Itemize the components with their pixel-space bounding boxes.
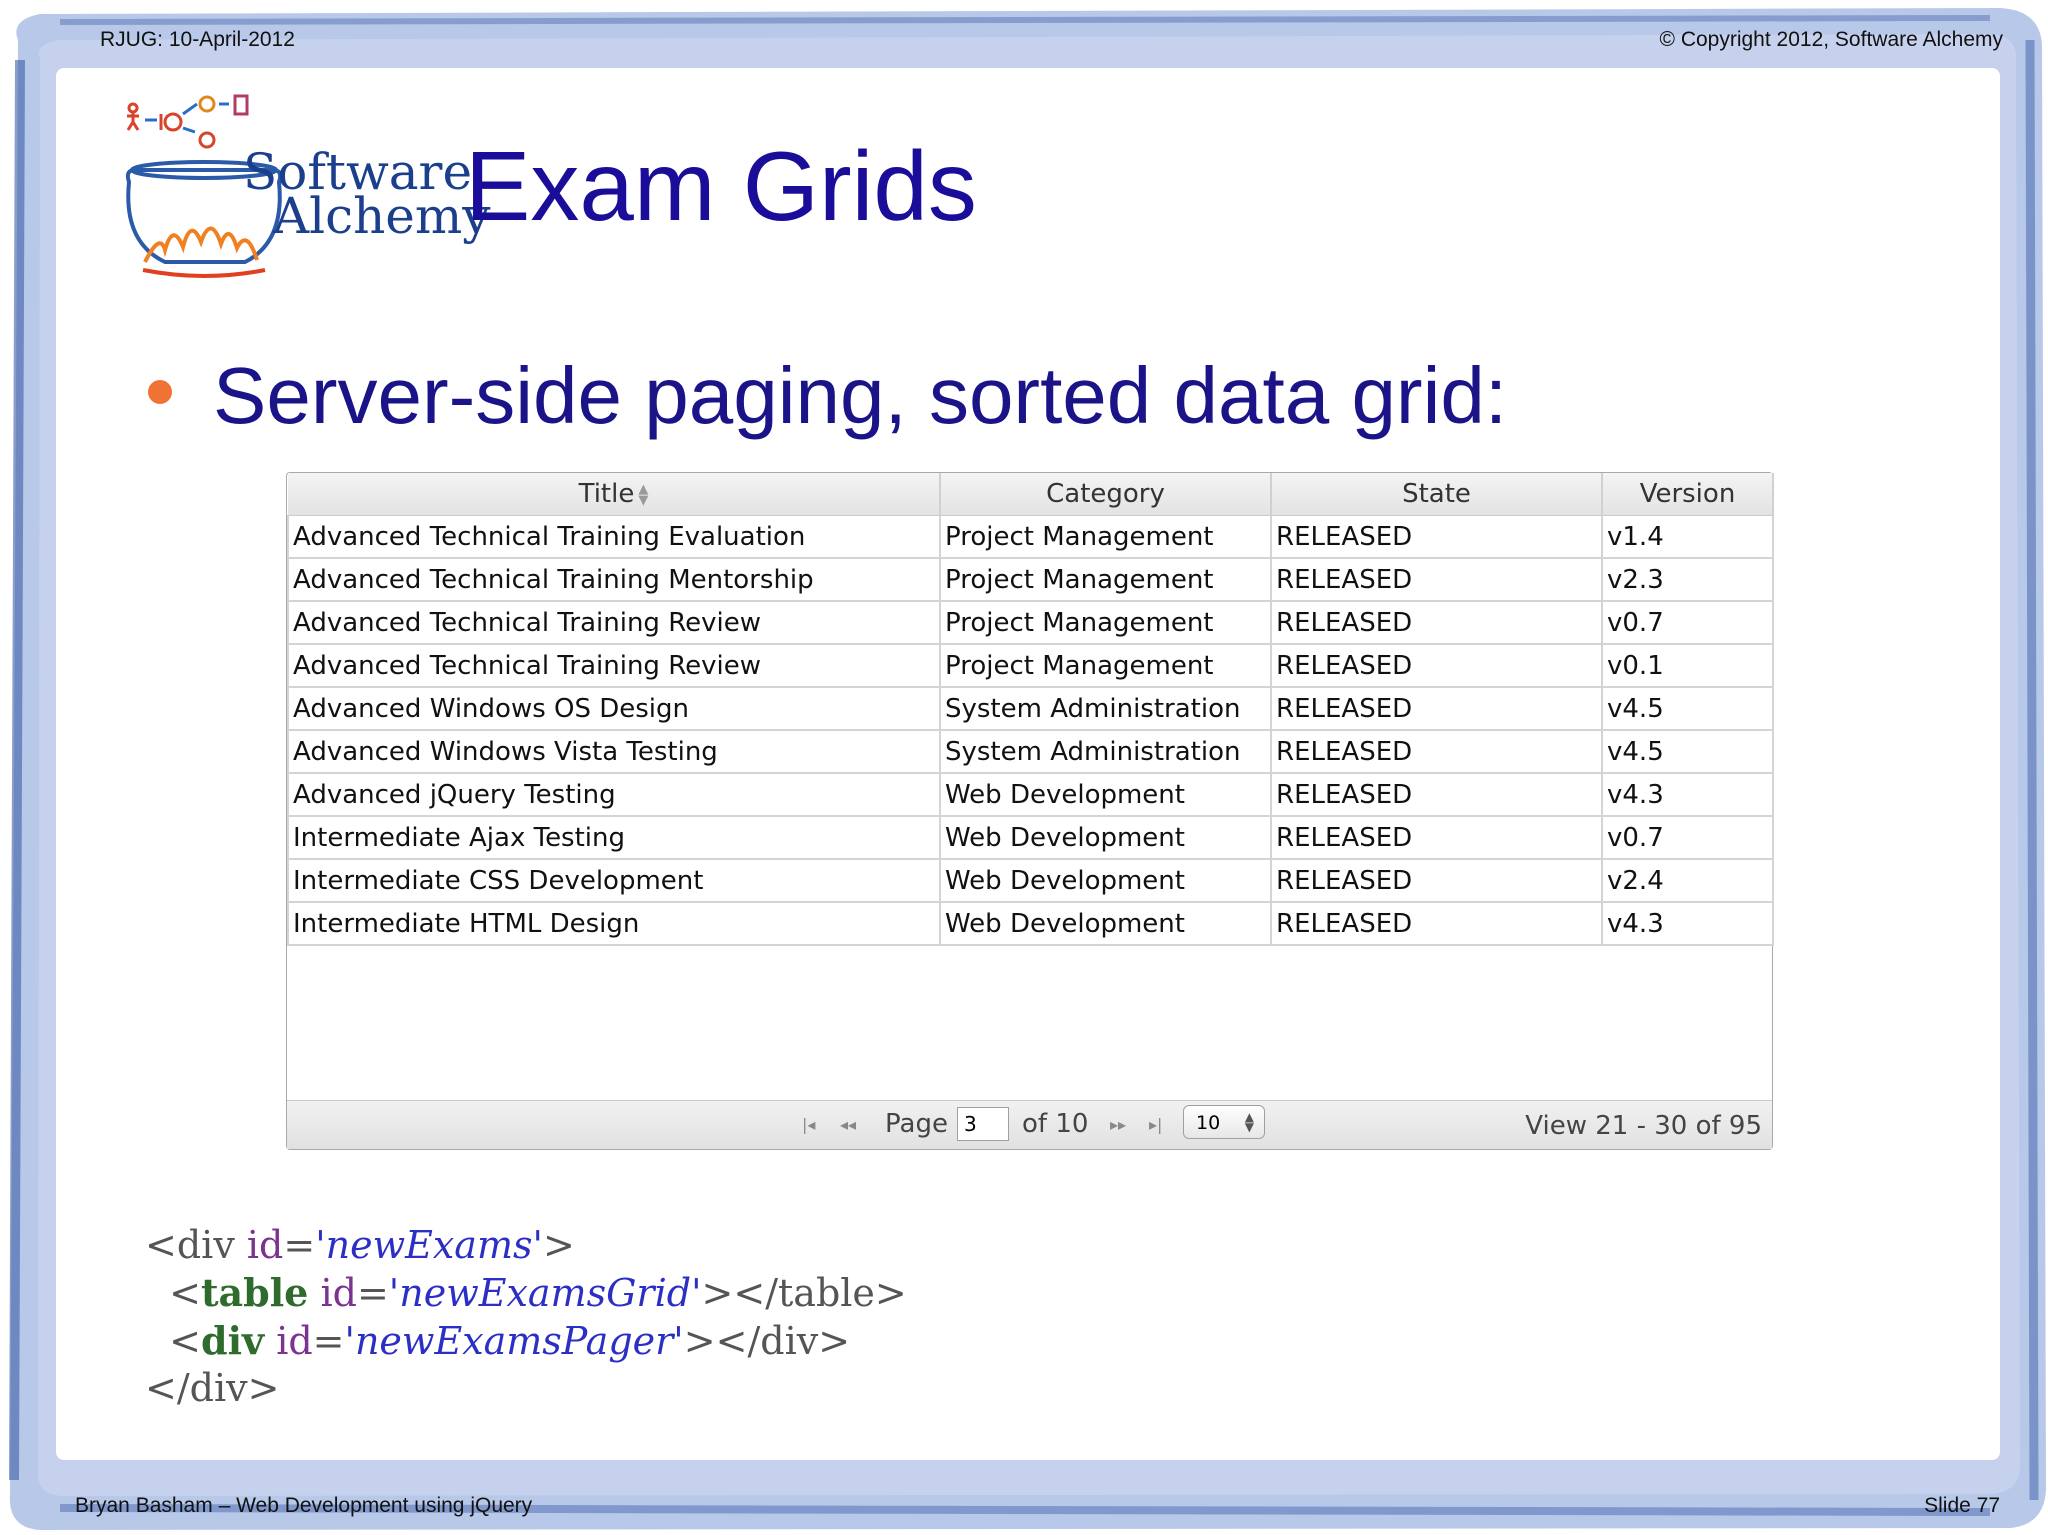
cell-category: Project Management — [939, 644, 1272, 688]
cell-title: Advanced Technical Training Review — [287, 601, 941, 645]
table-row[interactable]: Advanced Technical Training Review Proje… — [287, 644, 1774, 688]
cell-category: Web Development — [939, 816, 1272, 860]
select-arrows-icon: ▲ ▼ — [1244, 1110, 1254, 1134]
column-header-version[interactable]: Version — [1602, 473, 1774, 516]
cell-title: Advanced Windows OS Design — [287, 687, 941, 731]
cell-category: Project Management — [939, 515, 1272, 559]
code-line-1: <div id='newExams'> — [145, 1223, 575, 1267]
cell-category: Project Management — [939, 601, 1272, 645]
last-page-icon[interactable]: ▸| — [1149, 1115, 1162, 1134]
cell-title: Intermediate HTML Design — [287, 902, 941, 946]
cell-state: RELEASED — [1270, 902, 1603, 946]
cell-state: RELEASED — [1270, 859, 1603, 903]
record-count-text: View 21 - 30 of 95 — [1525, 1111, 1762, 1141]
cell-state: RELEASED — [1270, 687, 1603, 731]
column-header-category[interactable]: Category — [940, 473, 1272, 516]
software-alchemy-logo: Software Alchemy — [125, 92, 491, 282]
cell-title: Advanced Technical Training Review — [287, 644, 941, 688]
cell-category: System Administration — [939, 687, 1272, 731]
code-snippet: <div id='newExams'> <table id='newExamsG… — [145, 1222, 907, 1412]
table-row[interactable]: Advanced Technical Training Evaluation P… — [287, 515, 1774, 559]
cell-version: v4.5 — [1601, 687, 1774, 731]
grid-pager: |◂ ◂◂ Page of 10 ▸▸ ▸| 10 ▲▼ View 21 - 3… — [287, 1100, 1772, 1149]
cell-category: System Administration — [939, 730, 1272, 774]
table-row[interactable]: Advanced Technical Training Review Proje… — [287, 601, 1774, 645]
page-number-input[interactable] — [957, 1107, 1009, 1141]
cell-version: v0.7 — [1601, 601, 1774, 645]
table-row[interactable]: Intermediate CSS Development Web Develop… — [287, 859, 1774, 903]
logo-line-2: Alchemy — [273, 187, 491, 245]
code-line-4: </div> — [145, 1366, 280, 1410]
header-left: RJUG: 10-April-2012 — [100, 28, 295, 51]
cell-version: v4.5 — [1601, 730, 1774, 774]
bullet-text: Server-side paging, sorted data grid: — [213, 351, 1508, 440]
footer-right: Slide 77 — [1924, 1494, 2000, 1517]
cell-title: Advanced Technical Training Evaluation — [287, 515, 941, 559]
table-row[interactable]: Intermediate HTML Design Web Development… — [287, 902, 1774, 946]
rows-per-page-value: 10 — [1196, 1112, 1221, 1134]
cell-category: Web Development — [939, 773, 1272, 817]
cell-state: RELEASED — [1270, 558, 1603, 602]
exam-grid-table: Title ▲ ▼ Category State Version Advanced … — [287, 473, 1774, 946]
cell-title: Advanced jQuery Testing — [287, 773, 941, 817]
table-row[interactable]: Advanced Windows OS Design System Admini… — [287, 687, 1774, 731]
page-title: Exam Grids — [465, 131, 977, 241]
footer-left: Bryan Basham – Web Development using jQu… — [75, 1494, 533, 1517]
table-row[interactable]: Advanced jQuery Testing Web Development … — [287, 773, 1774, 817]
cell-category: Web Development — [939, 902, 1272, 946]
table-row[interactable]: Intermediate Ajax Testing Web Developmen… — [287, 816, 1774, 860]
cell-version: v4.3 — [1601, 902, 1774, 946]
cell-title: Intermediate Ajax Testing — [287, 816, 941, 860]
cell-category: Web Development — [939, 859, 1272, 903]
cell-state: RELEASED — [1270, 515, 1603, 559]
cell-state: RELEASED — [1270, 644, 1603, 688]
exam-grid: Title ▲ ▼ Category State Version Advanced … — [286, 472, 1774, 1150]
cell-version: v0.1 — [1601, 644, 1774, 688]
bullet-dot — [148, 380, 172, 404]
page-label: Page — [885, 1109, 948, 1139]
cell-state: RELEASED — [1270, 601, 1603, 645]
cell-state: RELEASED — [1270, 816, 1603, 860]
prev-page-icon[interactable]: ◂◂ — [840, 1115, 856, 1134]
logo-text: Software Alchemy — [243, 147, 491, 245]
column-header-state[interactable]: State — [1271, 473, 1603, 516]
cell-version: v2.3 — [1601, 558, 1774, 602]
cell-state: RELEASED — [1270, 773, 1603, 817]
table-row[interactable]: Advanced Technical Training Mentorship P… — [287, 558, 1774, 602]
sort-icon[interactable]: ▲ ▼ — [638, 483, 648, 507]
cell-version: v4.3 — [1601, 773, 1774, 817]
cell-version: v0.7 — [1601, 816, 1774, 860]
code-line-3: <div id='newExamsPager'></div> — [145, 1318, 851, 1363]
cell-state: RELEASED — [1270, 730, 1603, 774]
cell-version: v1.4 — [1601, 515, 1774, 559]
table-row[interactable]: Advanced Windows Vista Testing System Ad… — [287, 730, 1774, 774]
first-page-icon[interactable]: |◂ — [802, 1115, 815, 1134]
cell-title: Intermediate CSS Development — [287, 859, 941, 903]
cell-title: Advanced Windows Vista Testing — [287, 730, 941, 774]
page-count-label: of 10 — [1022, 1109, 1089, 1139]
header-right: © Copyright 2012, Software Alchemy — [1659, 28, 2003, 51]
cell-title: Advanced Technical Training Mentorship — [287, 558, 941, 602]
code-line-2: <table id='newExamsGrid'></table> — [145, 1270, 907, 1315]
cell-category: Project Management — [939, 558, 1272, 602]
cell-version: v2.4 — [1601, 859, 1774, 903]
next-page-icon[interactable]: ▸▸ — [1110, 1115, 1126, 1134]
column-header-title[interactable]: Title ▲ ▼ — [288, 473, 941, 516]
grid-header-row: Title ▲ ▼ Category State Version — [288, 473, 1774, 516]
rows-per-page-select[interactable]: 10 ▲ ▼ — [1183, 1105, 1265, 1139]
